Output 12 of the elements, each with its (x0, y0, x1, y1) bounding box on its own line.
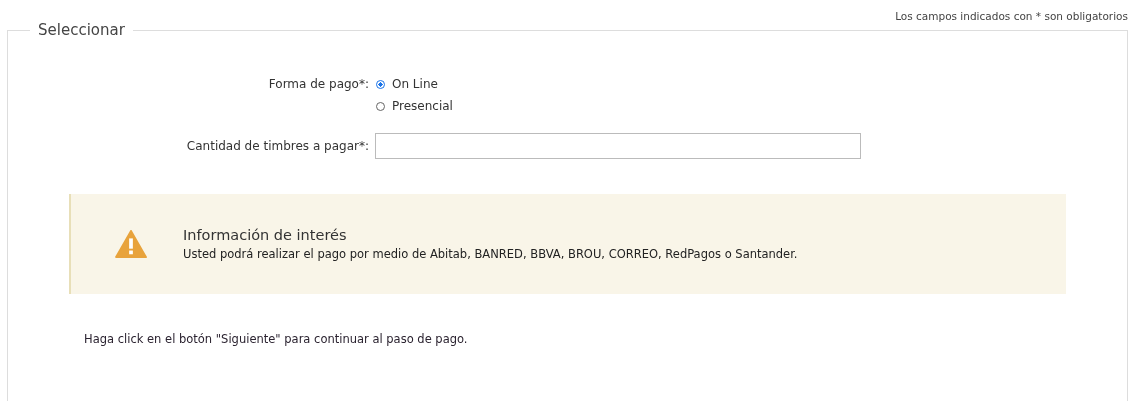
section-legend: Seleccionar (30, 21, 133, 39)
radio-option[interactable]: Presencial (376, 95, 453, 117)
info-text: Usted podrá realizar el pago por medio de Abitab, BANRED, BBVA, BROU, CORREO, RedPagos o Santander. (183, 247, 798, 261)
warning-icon (115, 230, 147, 258)
input-field[interactable] (375, 133, 861, 159)
radio-option[interactable]: On Line (376, 73, 453, 95)
info-title: Información de interés (183, 227, 348, 243)
field-label: Forma de pago*: (267, 76, 370, 93)
required-fields-note: Los campos indicados con * son obligatorios (895, 10, 1128, 22)
instruction-text: Haga click en el botón "Siguiente" para continuar al paso de pago. (84, 332, 469, 346)
radio-icon[interactable] (376, 79, 385, 89)
field-label: Cantidad de timbres a pagar*: (185, 138, 370, 155)
